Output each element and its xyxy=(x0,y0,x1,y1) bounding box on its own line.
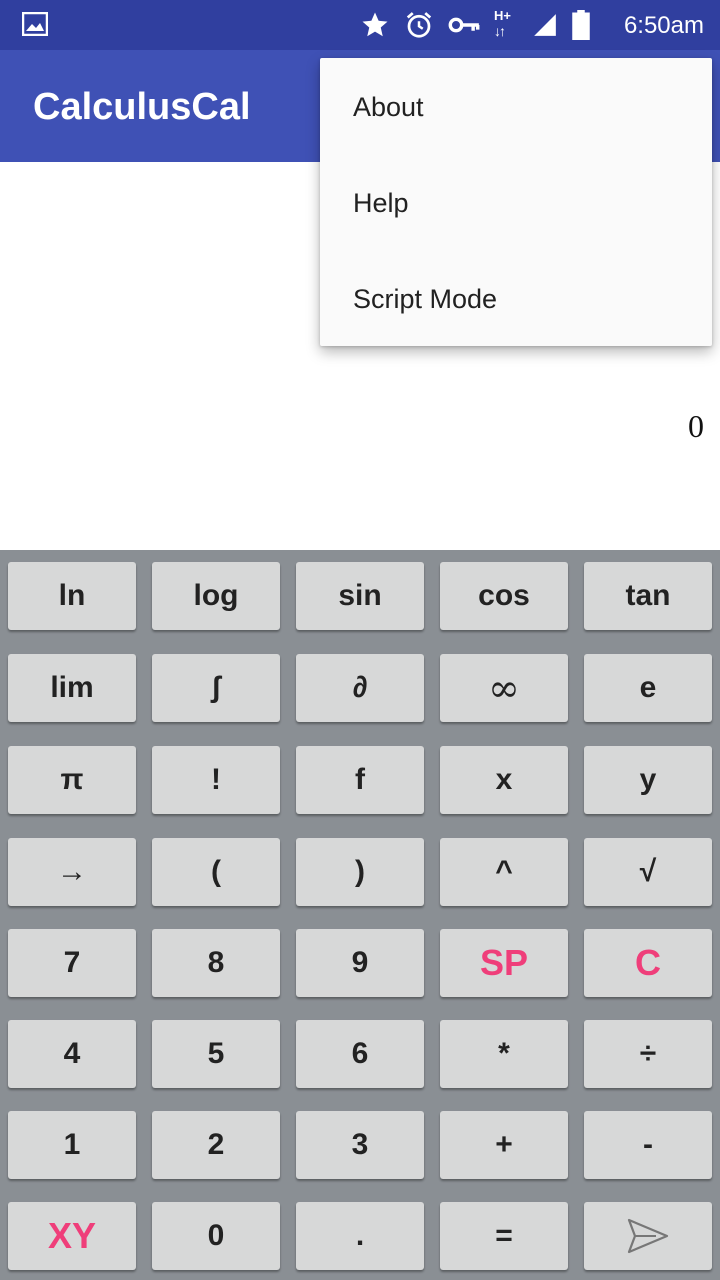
key-7[interactable]: 7 xyxy=(8,929,136,997)
key-y[interactable]: y xyxy=(584,746,712,814)
display-value: 0 xyxy=(688,408,704,444)
key-x[interactable]: x xyxy=(440,746,568,814)
key-label: tan xyxy=(625,579,671,612)
key-log[interactable]: log xyxy=(152,562,280,630)
key-label: 0 xyxy=(207,1219,225,1252)
key-label: + xyxy=(495,1128,513,1161)
key-label: * xyxy=(498,1037,510,1070)
key-label: ) xyxy=(355,855,365,888)
key-label: → xyxy=(57,855,87,888)
key-label: ^ xyxy=(495,855,513,888)
key-e[interactable]: e xyxy=(584,654,712,722)
menu-item-script-mode[interactable]: Script Mode xyxy=(320,250,712,346)
status-bar: H+ ↓↑ 6:50am xyxy=(0,0,720,50)
key-minus[interactable]: - xyxy=(584,1111,712,1179)
status-icons: H+ ↓↑ xyxy=(360,8,590,42)
key-xy[interactable]: XY xyxy=(8,1202,136,1270)
key-lim[interactable]: lim xyxy=(8,654,136,722)
key-sqrt[interactable]: √ xyxy=(584,838,712,906)
key-label: sin xyxy=(338,579,382,612)
key-label: ( xyxy=(211,855,221,888)
status-time: 6:50am xyxy=(623,12,704,39)
key-decimal[interactable]: . xyxy=(296,1202,424,1270)
signal-icon xyxy=(534,14,556,36)
battery-icon xyxy=(572,10,590,40)
key-1[interactable]: 1 xyxy=(8,1111,136,1179)
key-label: ! xyxy=(211,763,221,796)
key-label: C xyxy=(635,942,661,983)
gallery-icon xyxy=(22,12,48,36)
key-c[interactable]: C xyxy=(584,929,712,997)
key-label: π xyxy=(60,763,84,796)
key-sp[interactable]: SP xyxy=(440,929,568,997)
vpn-key-icon xyxy=(448,17,480,33)
key-label: - xyxy=(643,1128,653,1161)
overflow-menu: About Help Script Mode xyxy=(320,58,712,346)
key-partial[interactable]: ∂ xyxy=(296,654,424,722)
key-label: 6 xyxy=(351,1037,369,1070)
key-label: ʃ xyxy=(211,671,221,704)
key-label: 2 xyxy=(207,1128,225,1161)
key-label: f xyxy=(355,763,365,796)
key-3[interactable]: 3 xyxy=(296,1111,424,1179)
key-2[interactable]: 2 xyxy=(152,1111,280,1179)
key-sin[interactable]: sin xyxy=(296,562,424,630)
key-label: ∂ xyxy=(352,671,368,704)
key-factorial[interactable]: ! xyxy=(152,746,280,814)
key-label: SP xyxy=(479,942,529,983)
key-close-paren[interactable]: ) xyxy=(296,838,424,906)
key-0[interactable]: 0 xyxy=(152,1202,280,1270)
key-5[interactable]: 5 xyxy=(152,1020,280,1088)
key-label: . xyxy=(355,1219,365,1252)
key-8[interactable]: 8 xyxy=(152,929,280,997)
network-label: H+ xyxy=(494,8,511,23)
key-label: 9 xyxy=(351,946,369,979)
network-hplus-icon: H+ ↓↑ xyxy=(494,8,511,39)
key-label: ln xyxy=(58,579,86,612)
key-4[interactable]: 4 xyxy=(8,1020,136,1088)
menu-item-about[interactable]: About xyxy=(320,58,712,154)
send-button[interactable] xyxy=(584,1202,712,1270)
key-6[interactable]: 6 xyxy=(296,1020,424,1088)
keypad: ln log sin cos tan lim ʃ ∂ ∞ e π! f x y → () ^ √ 7 8 9 SP C 4 5 6… xyxy=(0,550,720,1280)
key-label: √ xyxy=(639,855,657,888)
key-open-paren[interactable]: ( xyxy=(152,838,280,906)
key-label: 4 xyxy=(63,1037,81,1070)
key-pi[interactable]: π xyxy=(8,746,136,814)
key-label: 7 xyxy=(63,946,81,979)
key-label: e xyxy=(639,671,657,704)
key-f[interactable]: f xyxy=(296,746,424,814)
key-label: 1 xyxy=(63,1128,81,1161)
key-label: 5 xyxy=(207,1037,225,1070)
star-icon xyxy=(362,12,388,37)
key-infinity[interactable]: ∞ xyxy=(440,654,568,722)
key-label: ∞ xyxy=(488,666,520,710)
key-9[interactable]: 9 xyxy=(296,929,424,997)
key-power[interactable]: ^ xyxy=(440,838,568,906)
key-label: XY xyxy=(47,1215,97,1256)
key-label: 8 xyxy=(207,946,225,979)
key-label: log xyxy=(193,579,239,612)
key-arrow[interactable]: → xyxy=(8,838,136,906)
key-tan[interactable]: tan xyxy=(584,562,712,630)
key-label: cos xyxy=(478,579,530,612)
key-plus[interactable]: + xyxy=(440,1111,568,1179)
menu-item-help[interactable]: Help xyxy=(320,154,712,250)
send-icon xyxy=(627,1218,669,1254)
key-label: ÷ xyxy=(639,1037,657,1070)
key-multiply[interactable]: * xyxy=(440,1020,568,1088)
key-cos[interactable]: cos xyxy=(440,562,568,630)
key-divide[interactable]: ÷ xyxy=(584,1020,712,1088)
alarm-icon xyxy=(406,12,432,38)
key-label: lim xyxy=(50,671,94,704)
key-integral[interactable]: ʃ xyxy=(152,654,280,722)
key-label: x xyxy=(495,763,513,796)
app-title: CalculusCal xyxy=(33,86,251,128)
key-ln[interactable]: ln xyxy=(8,562,136,630)
key-label: y xyxy=(639,763,657,796)
key-label: = xyxy=(495,1219,513,1252)
key-equals[interactable]: = xyxy=(440,1202,568,1270)
key-label: 3 xyxy=(351,1128,369,1161)
